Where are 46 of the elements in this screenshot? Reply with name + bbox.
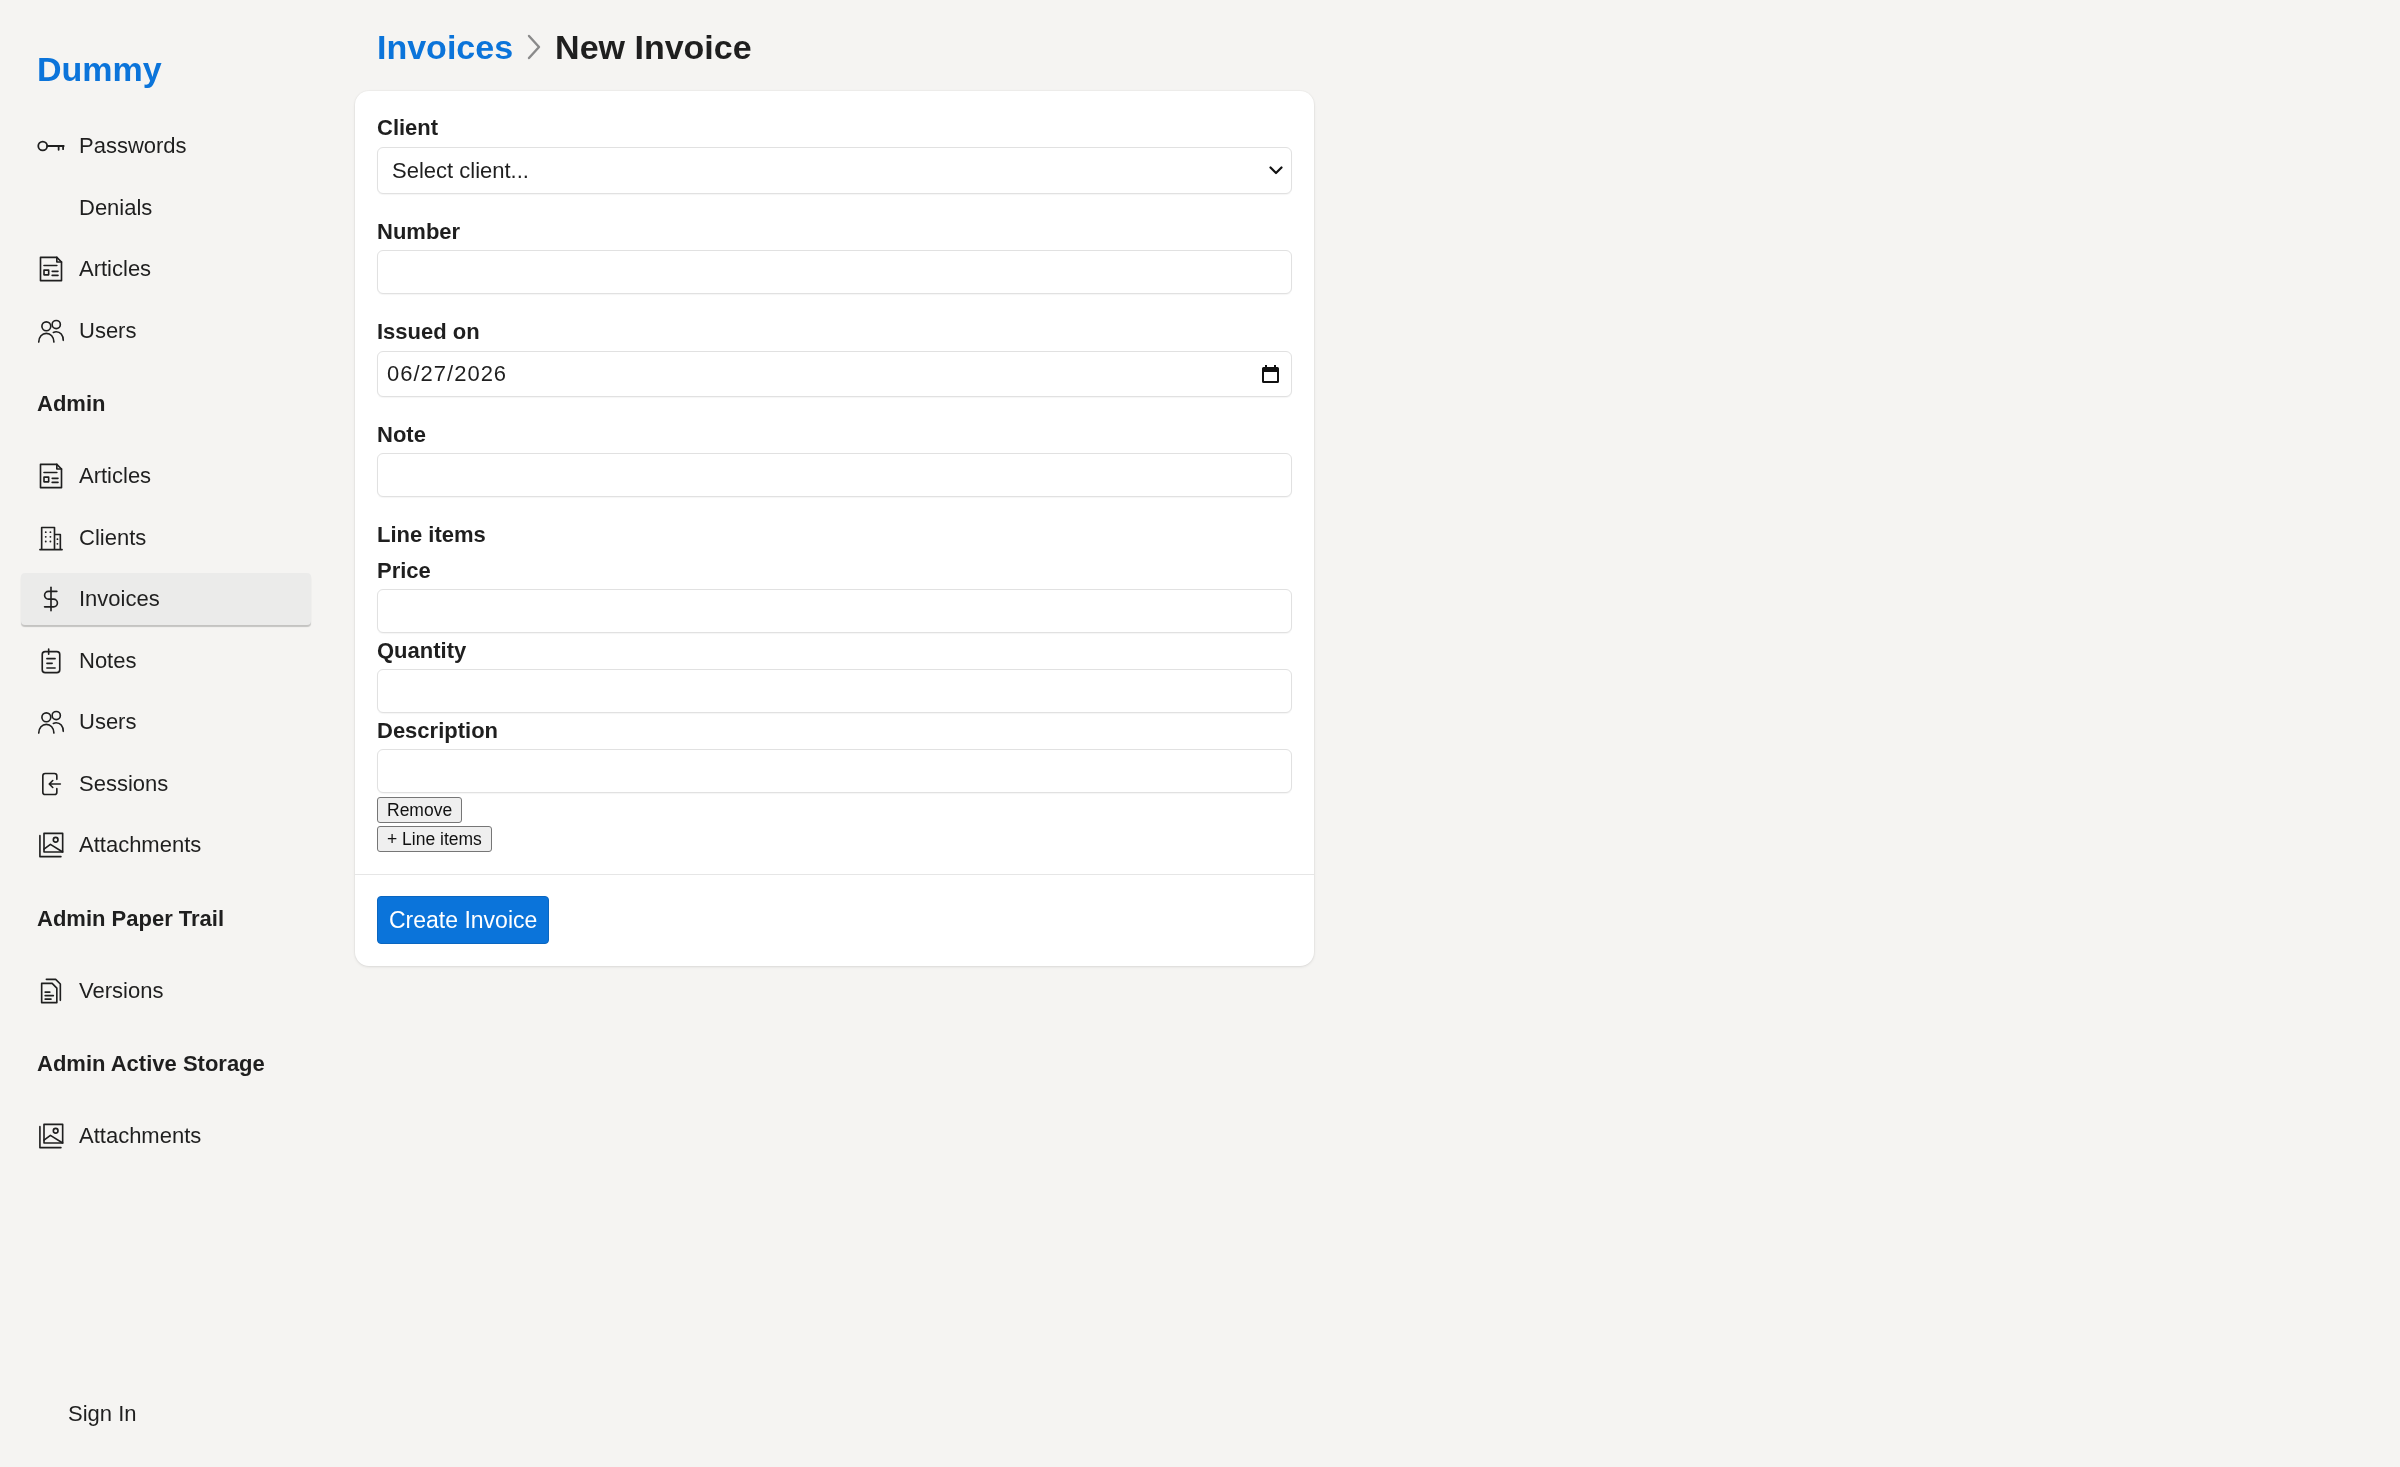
- field-label: Issued on: [377, 318, 480, 346]
- nav-link[interactable]: Passwords: [21, 120, 311, 172]
- nav-link[interactable]: Notes: [21, 634, 311, 687]
- nav-link[interactable]: Attachments: [21, 819, 311, 871]
- field-label: Price: [377, 557, 431, 585]
- image-stack-icon: [37, 1122, 65, 1150]
- remove-button[interactable]: Remove: [377, 797, 463, 823]
- field-label: Description: [377, 717, 499, 745]
- text-field[interactable]: [377, 250, 1292, 294]
- nav-link[interactable]: Attachments: [21, 1110, 311, 1162]
- section-heading: Admin Paper Trail: [37, 904, 225, 933]
- add-line-item-button[interactable]: + Line items: [377, 826, 492, 852]
- text-field[interactable]: [377, 749, 1292, 793]
- nav-link[interactable]: Articles: [21, 450, 311, 502]
- field-label: Quantity: [377, 637, 467, 665]
- select-field[interactable]: Select client...: [377, 147, 1292, 194]
- brand-name[interactable]: Dummy: [37, 49, 162, 89]
- nav-link[interactable]: Users: [21, 304, 311, 357]
- field-label: Client: [377, 114, 439, 142]
- nav-link[interactable]: Versions: [21, 964, 311, 1017]
- date-field[interactable]: 06/27/2026: [377, 351, 1292, 397]
- text-field[interactable]: [377, 669, 1292, 713]
- users-icon: [37, 708, 65, 736]
- newspaper-icon: [37, 255, 65, 283]
- text-field[interactable]: [377, 589, 1292, 633]
- field-label: Number: [377, 218, 461, 246]
- section-heading: Admin: [37, 390, 106, 418]
- submit-button[interactable]: Create Invoice: [377, 896, 550, 944]
- image-stack-icon: [37, 831, 65, 859]
- nav-link[interactable]: Clients: [21, 511, 311, 564]
- field-label: Note: [377, 421, 426, 449]
- caret-down-icon: [1269, 166, 1283, 175]
- calendar-icon: [1262, 365, 1279, 383]
- text-field[interactable]: [377, 453, 1292, 497]
- nav-link[interactable]: Invoices: [21, 573, 311, 625]
- page-title: New Invoice: [555, 27, 752, 67]
- chevron-right-icon: [527, 34, 542, 60]
- nav-link[interactable]: Users: [21, 696, 311, 748]
- newspaper-icon: [37, 462, 65, 490]
- line-items-heading: Line items: [377, 521, 486, 549]
- sign-in-link[interactable]: Sign In: [68, 1400, 137, 1428]
- nav-link[interactable]: Denials: [21, 181, 311, 234]
- nav-link[interactable]: Sessions: [21, 757, 311, 810]
- nav-link[interactable]: Articles: [21, 243, 311, 295]
- section-heading: Admin Active Storage: [37, 1050, 265, 1078]
- breadcrumb-link[interactable]: Invoices: [377, 27, 514, 67]
